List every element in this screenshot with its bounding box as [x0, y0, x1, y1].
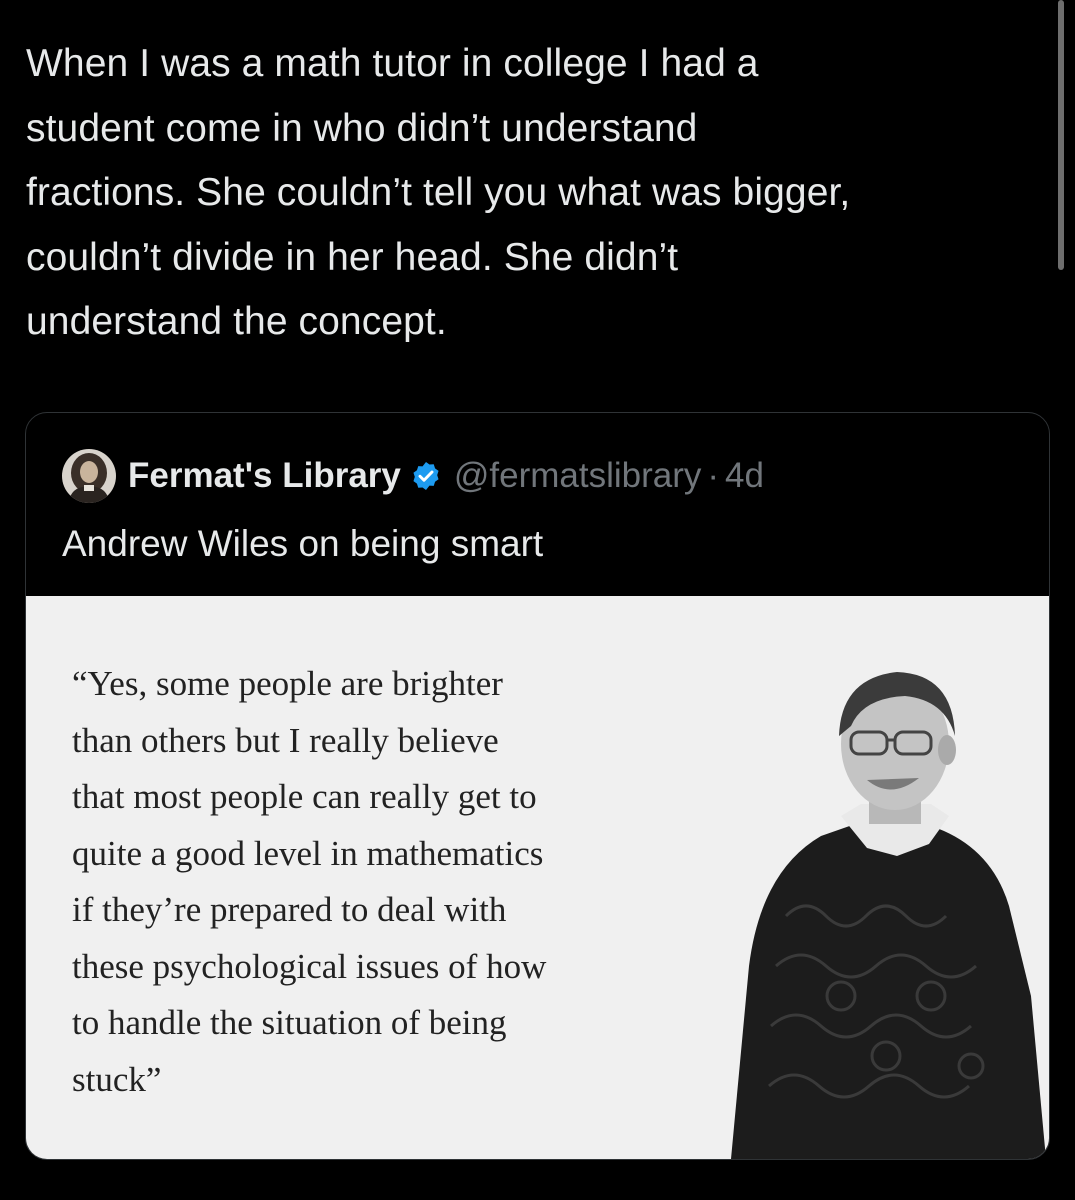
quoted-handle[interactable]: @fermatslibrary — [454, 456, 702, 496]
separator-dot: · — [707, 456, 720, 495]
post-text-line: student come in who didn’t understand — [26, 106, 698, 150]
quoted-post-card[interactable]: Fermat's Library @fermatslibrary · 4d An… — [25, 412, 1050, 1160]
verified-badge-icon — [410, 460, 442, 492]
quoted-timestamp[interactable]: 4d — [725, 456, 764, 496]
post-text-line: understand the concept. — [26, 300, 447, 343]
media-quote-line: if they’re prepared to deal with — [72, 890, 507, 929]
post-text: When I was a math tutor in college I had… — [26, 32, 1036, 355]
quoted-post-text: Andrew Wiles on being smart — [62, 523, 544, 564]
quoted-post-header: Fermat's Library @fermatslibrary · 4d — [62, 449, 764, 503]
post-text-line: couldn’t divide in her head. She didn’t — [26, 235, 679, 279]
media-quote-line: that most people can really get to — [72, 777, 537, 816]
media-quote-line: “Yes, some people are brighter — [72, 664, 503, 703]
post-text-line: fractions. She couldn’t tell you what wa… — [26, 171, 851, 214]
media-quote-line: these psychological issues of how — [72, 946, 547, 986]
media-quote-line: to handle the situation of being — [72, 1003, 507, 1042]
scrollbar[interactable] — [1058, 0, 1064, 270]
andrew-wiles-portrait — [731, 672, 1046, 1159]
avatar-portrait-icon — [62, 449, 116, 503]
media-quote-line: quite a good level in mathematics — [72, 833, 544, 873]
post-text-line: When I was a math tutor in college I had… — [26, 42, 759, 85]
avatar[interactable] — [62, 449, 116, 503]
media-quote-text: “Yes, some people are brighter than othe… — [72, 656, 722, 1108]
media-quote-line: stuck” — [72, 1059, 162, 1099]
quoted-display-name[interactable]: Fermat's Library — [128, 456, 401, 496]
media-quote-line: than others but I really believe — [72, 720, 499, 760]
quoted-media-image[interactable]: “Yes, some people are brighter than othe… — [26, 596, 1049, 1159]
